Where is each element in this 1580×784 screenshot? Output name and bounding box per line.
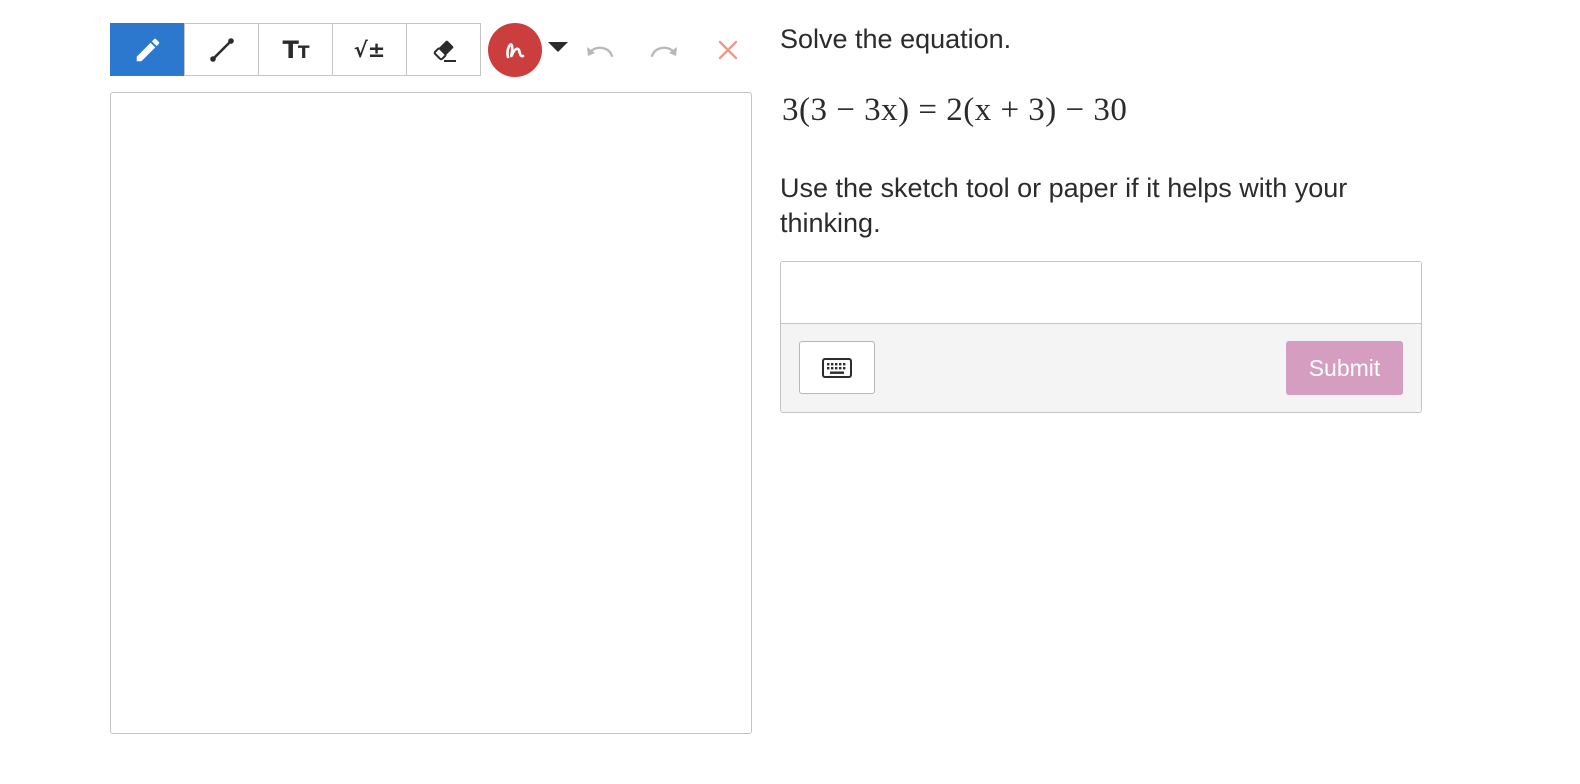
text-size-icon: TT — [282, 35, 310, 64]
submit-button[interactable]: Submit — [1286, 341, 1403, 395]
sketch-canvas[interactable] — [110, 92, 752, 734]
color-dropdown-button[interactable] — [547, 40, 569, 59]
pencil-icon — [136, 38, 159, 61]
pencil-tool-button[interactable] — [110, 23, 185, 76]
question-prompt: Solve the equation. — [780, 24, 1012, 54]
redo-icon — [650, 46, 677, 57]
math-icon: √± — [353, 37, 386, 62]
keyboard-button[interactable] — [799, 341, 875, 394]
eraser-icon — [433, 40, 456, 62]
sketch-toolbar: TT √± — [110, 22, 739, 77]
text-tool-button[interactable]: TT — [258, 23, 333, 76]
undo-icon — [587, 46, 614, 57]
keyboard-icon — [822, 357, 852, 378]
eraser-tool-button[interactable] — [406, 23, 481, 76]
answer-input[interactable] — [781, 262, 1421, 324]
close-icon — [718, 40, 738, 59]
question-instructions: Use the sketch tool or paper if it helps… — [780, 173, 1348, 238]
undo-button[interactable] — [585, 40, 615, 60]
math-tool-button[interactable]: √± — [332, 23, 407, 76]
equation: 3(3 − 3x) = 2(x + 3) − 30 — [782, 92, 1128, 128]
clear-button[interactable] — [717, 39, 739, 61]
caret-down-icon — [548, 42, 568, 52]
answer-footer: Submit — [781, 324, 1421, 412]
answer-box: Submit — [780, 261, 1422, 413]
redo-button[interactable] — [649, 40, 679, 60]
squiggle-icon — [506, 42, 525, 58]
line-icon — [209, 37, 234, 62]
color-picker-button[interactable] — [488, 22, 542, 77]
line-tool-button[interactable] — [184, 23, 259, 76]
